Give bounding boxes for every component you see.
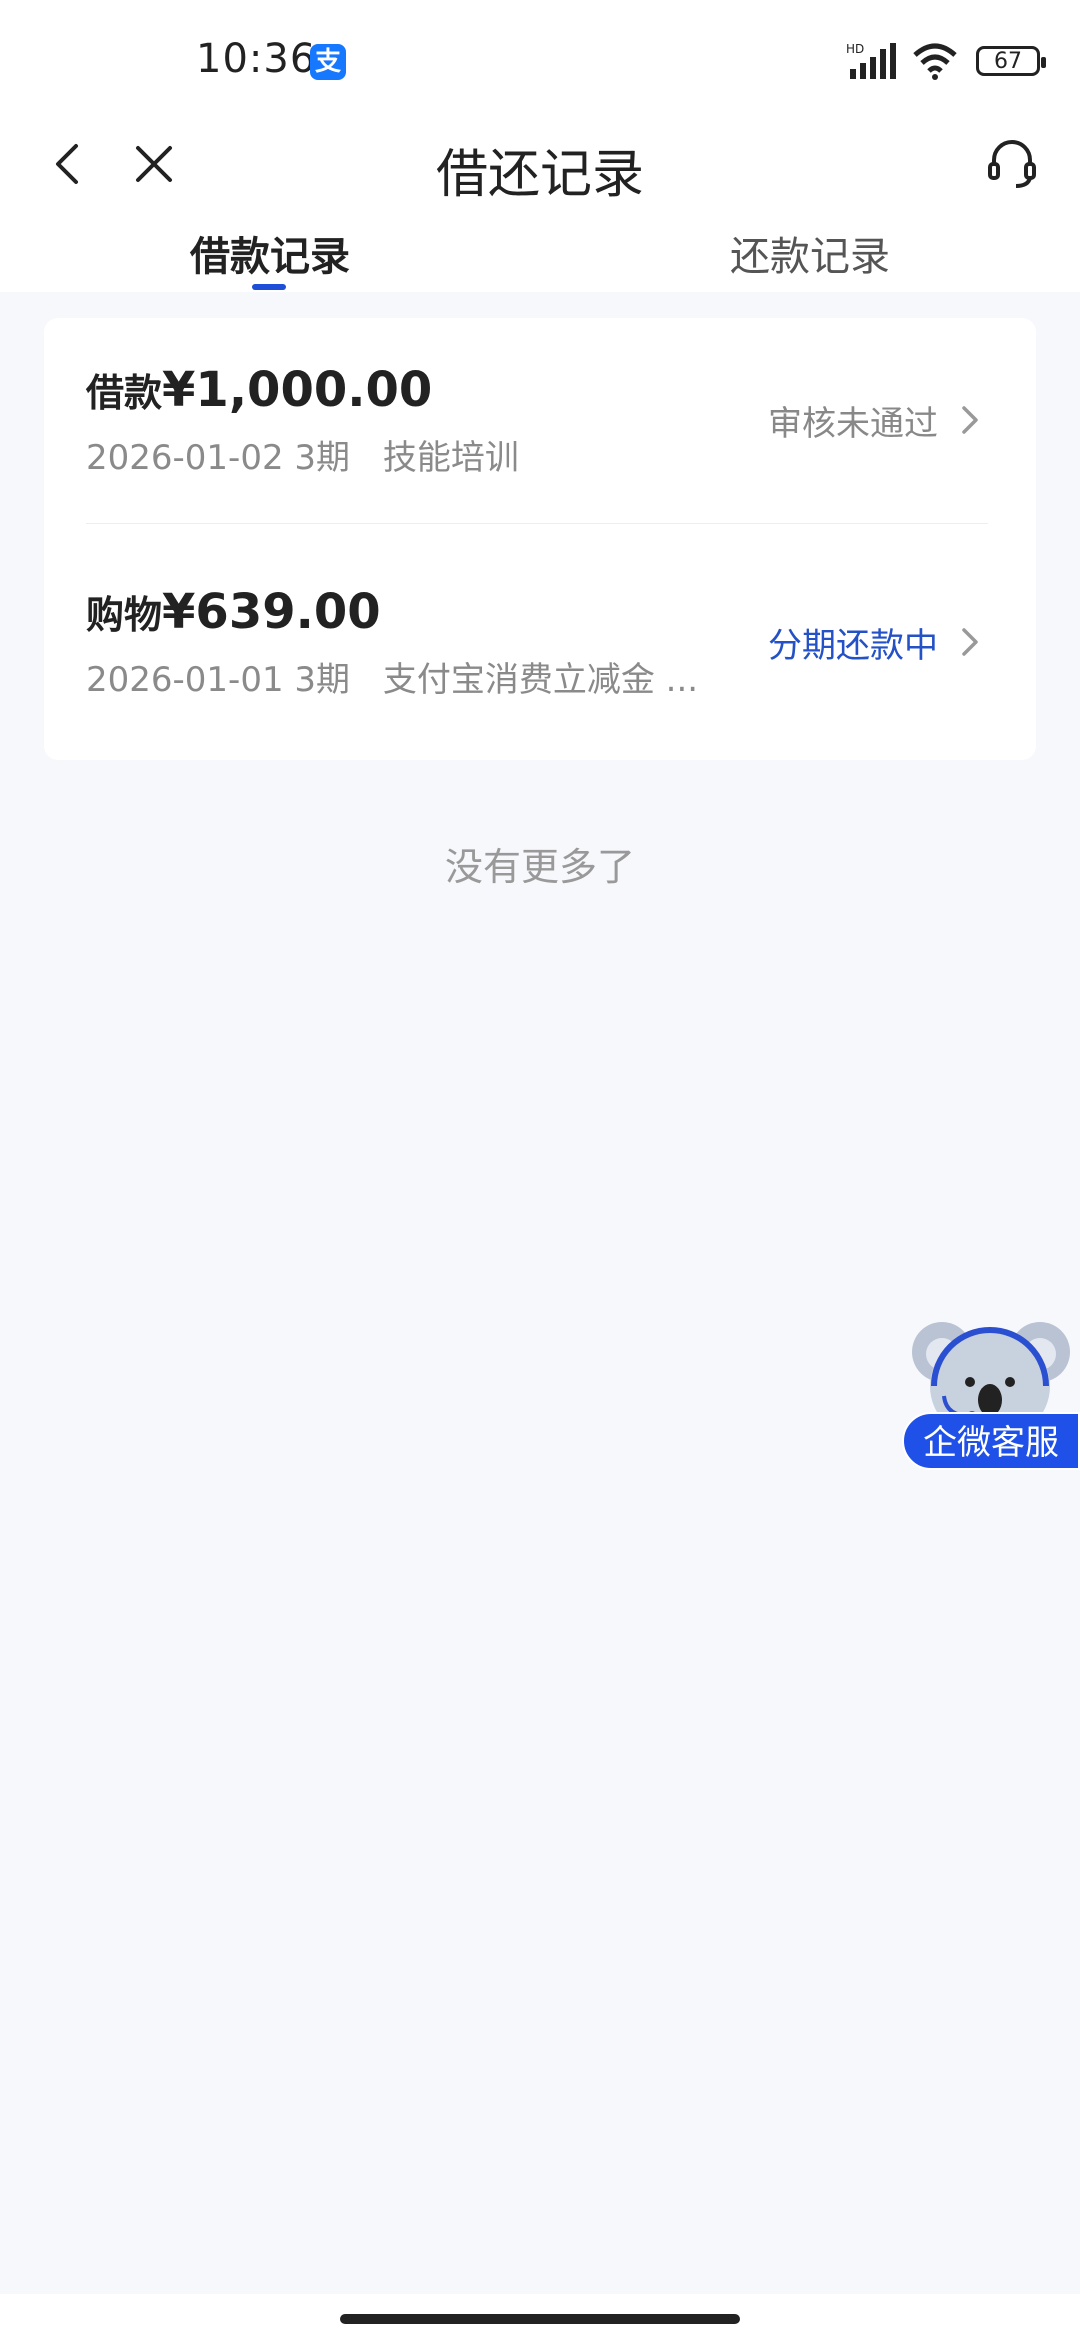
record-term: 3期 <box>294 438 351 478</box>
chevron-right-icon <box>962 406 978 434</box>
battery-indicator: 67 <box>976 46 1046 76</box>
wecom-service-button[interactable]: 企微客服 <box>902 1412 1080 1470</box>
status-bar: 10:36 支 HD 67 <box>0 0 1080 110</box>
record-tabs: 借款记录 还款记录 <box>0 220 1080 292</box>
record-status: 审核未通过 <box>768 404 938 444</box>
battery-level: 67 <box>994 48 1022 74</box>
record-amount: ¥1,000.00 <box>162 362 433 418</box>
divider <box>86 523 988 524</box>
active-tab-indicator <box>252 284 286 290</box>
record-date: 2026-01-02 <box>86 438 284 478</box>
page-title: 借还记录 <box>435 145 644 205</box>
record-type: 借款 <box>86 371 163 415</box>
customer-support-button[interactable] <box>980 132 1044 196</box>
record-date: 2026-01-01 <box>86 660 284 700</box>
record-term: 3期 <box>294 660 351 700</box>
nav-bar: 借还记录 <box>0 110 1080 220</box>
tab-loan-records[interactable]: 借款记录 <box>0 224 540 282</box>
record-purpose: 技能培训 <box>382 438 519 478</box>
record-type: 购物 <box>86 593 163 637</box>
record-purpose: 支付宝消费立减金 ... <box>382 660 699 700</box>
end-of-list-text: 没有更多了 <box>444 845 635 889</box>
list-item[interactable]: 购物¥639.00 2026-01-01 3期 支付宝消费立减金 ... 分期还… <box>44 540 1036 760</box>
status-time: 10:36 <box>196 36 317 82</box>
headset-icon <box>988 140 1036 188</box>
record-status: 分期还款中 <box>768 626 938 666</box>
record-amount-line: 购物¥639.00 <box>86 584 381 640</box>
list-item[interactable]: 借款¥1,000.00 2026-01-02 3期 技能培训 审核未通过 <box>44 318 1036 538</box>
record-details: 2026-01-02 3期 技能培训 <box>86 430 519 479</box>
signal-hd-label: HD <box>846 42 864 56</box>
record-amount-line: 借款¥1,000.00 <box>86 362 432 418</box>
home-indicator[interactable] <box>340 2314 740 2324</box>
record-details: 2026-01-01 3期 支付宝消费立减金 ... <box>86 652 698 701</box>
chevron-right-icon <box>962 628 978 656</box>
alipay-app-icon: 支 <box>310 44 346 80</box>
signal-icon: HD <box>846 42 896 79</box>
tab-repayment-records[interactable]: 还款记录 <box>540 224 1080 282</box>
wifi-icon <box>913 43 957 80</box>
record-amount: ¥639.00 <box>162 584 381 640</box>
status-icons: HD 67 <box>846 40 1046 82</box>
records-list: 借款¥1,000.00 2026-01-02 3期 技能培训 审核未通过 购物¥… <box>44 318 1036 760</box>
